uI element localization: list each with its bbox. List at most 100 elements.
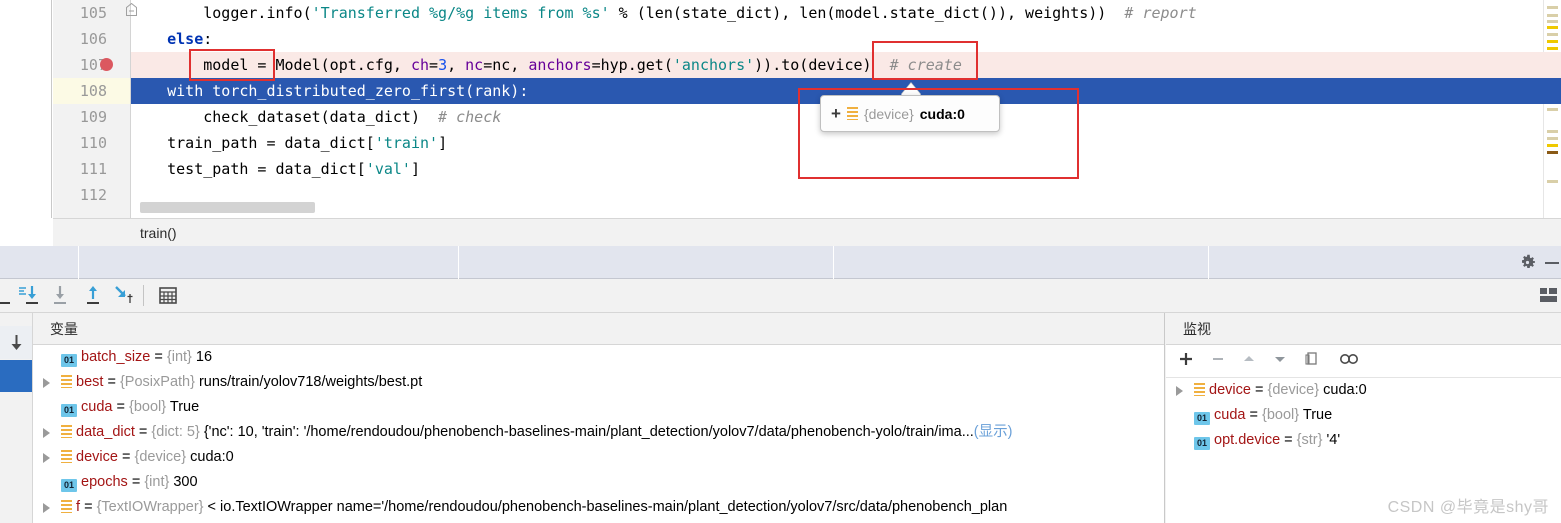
step-over-icon[interactable] bbox=[0, 283, 16, 309]
add-to-watches-icon[interactable]: + bbox=[831, 105, 841, 122]
tabstrip-divider bbox=[458, 246, 459, 279]
code-token: with torch_distributed_zero_first(rank): bbox=[131, 82, 529, 100]
line-number: 108 bbox=[79, 82, 107, 100]
watch-toolbar[interactable] bbox=[1166, 345, 1561, 378]
step-into-icon[interactable] bbox=[15, 283, 41, 309]
equals-sign: = bbox=[1254, 382, 1268, 398]
primitive-01-icon: 01 bbox=[1194, 437, 1210, 450]
code-line[interactable]: logger.info('Transferred %g/%g items fro… bbox=[131, 0, 1543, 26]
move-up-icon[interactable] bbox=[1241, 351, 1257, 372]
error-stripe-mark[interactable] bbox=[1547, 33, 1558, 36]
expand-triangle-icon[interactable] bbox=[1176, 386, 1183, 396]
expand-triangle-icon[interactable] bbox=[43, 453, 50, 463]
watch-pane[interactable]: 监视 device = {device} cuda:0 01 cuda = {bo… bbox=[1166, 313, 1561, 523]
watch-list[interactable]: device = {device} cuda:0 01 cuda = {bool}… bbox=[1166, 378, 1561, 453]
remove-watch-icon[interactable] bbox=[1210, 351, 1226, 372]
code-editor[interactable]: 105 106 107 108 109 110 111 112 logger.info('Tr… bbox=[0, 0, 1561, 246]
run-to-cursor-icon[interactable] bbox=[112, 283, 138, 309]
error-stripe-mark[interactable] bbox=[1547, 40, 1558, 43]
move-down-icon[interactable] bbox=[1272, 351, 1288, 372]
code-token: 'anchors' bbox=[672, 56, 755, 74]
stripe-exec-line-band bbox=[1543, 52, 1561, 78]
error-stripe-mark[interactable] bbox=[1547, 47, 1558, 50]
show-value-link[interactable]: (显示) bbox=[974, 424, 1013, 440]
variable-name: f bbox=[72, 499, 85, 515]
error-stripe-mark[interactable] bbox=[1547, 151, 1558, 154]
code-token: : bbox=[203, 30, 213, 48]
force-step-into-icon[interactable] bbox=[47, 283, 73, 309]
debug-side-strip[interactable] bbox=[0, 313, 33, 523]
code-token: 'val' bbox=[365, 160, 411, 178]
variable-row[interactable]: 01 opt.device = {str} '4' bbox=[1166, 428, 1561, 453]
error-stripe-mark[interactable] bbox=[1547, 6, 1558, 9]
line-number: 112 bbox=[79, 186, 107, 204]
line-number-column: 105 106 107 108 109 110 111 112 bbox=[53, 0, 115, 218]
list-icon bbox=[61, 450, 72, 463]
minimize-icon[interactable] bbox=[1545, 262, 1559, 264]
variable-name: epochs bbox=[77, 474, 132, 490]
add-watch-icon[interactable] bbox=[1178, 351, 1194, 372]
code-token: , bbox=[447, 56, 466, 74]
variable-row[interactable]: 01 batch_size = {int} 16 bbox=[33, 345, 1164, 370]
toolbar-divider bbox=[143, 285, 144, 306]
side-strip-selected-button[interactable] bbox=[0, 360, 32, 392]
step-out-icon[interactable] bbox=[80, 283, 106, 309]
evaluate-expression-icon[interactable] bbox=[155, 283, 181, 309]
variables-pane-title: 变量 bbox=[33, 313, 1164, 345]
error-stripe-mark[interactable] bbox=[1547, 14, 1558, 17]
variable-row[interactable]: device = {device} cuda:0 bbox=[33, 445, 1164, 470]
watermark: CSDN @毕竟是shy哥 bbox=[1387, 499, 1549, 516]
layout-settings-icon[interactable] bbox=[1540, 288, 1557, 308]
breadcrumb[interactable]: train() bbox=[53, 218, 1561, 246]
error-stripe-mark[interactable] bbox=[1547, 130, 1558, 133]
tooltip-type: {device} bbox=[863, 105, 914, 122]
variable-row[interactable]: f = {TextIOWrapper} < io.TextIOWrapper n… bbox=[33, 495, 1164, 520]
selection-caret-bar-2 bbox=[137, 78, 141, 104]
error-stripe-mark[interactable] bbox=[1547, 20, 1558, 23]
variable-row[interactable]: best = {PosixPath} runs/train/yolov718/w… bbox=[33, 370, 1164, 395]
line-number: 110 bbox=[79, 134, 107, 152]
error-stripe-mark[interactable] bbox=[1547, 144, 1558, 147]
scroll-to-bottom-button[interactable] bbox=[0, 326, 32, 359]
error-stripe-gutter[interactable] bbox=[1543, 0, 1561, 218]
variable-value: cuda:0 bbox=[190, 449, 234, 465]
error-stripe-mark[interactable] bbox=[1547, 137, 1558, 140]
link-watch-icon[interactable] bbox=[1338, 351, 1360, 372]
variable-row[interactable]: 01 cuda = {bool} True bbox=[1166, 403, 1561, 428]
breakpoint-icon[interactable] bbox=[100, 58, 113, 71]
value-tooltip[interactable]: + {device} cuda:0 bbox=[820, 95, 1000, 132]
error-stripe-mark[interactable] bbox=[1547, 180, 1558, 183]
editor-hscrollbar-thumb[interactable] bbox=[140, 202, 315, 213]
variable-row[interactable]: 01 cuda = {bool} True bbox=[33, 395, 1164, 420]
primitive-01-icon: 01 bbox=[1194, 412, 1210, 425]
variable-type: {TextIOWrapper} bbox=[96, 499, 208, 515]
variable-row[interactable]: data_dict = {dict: 5} {'nc': 10, 'train'… bbox=[33, 420, 1164, 445]
code-token: )).to(device) bbox=[754, 56, 890, 74]
code-line[interactable]: train_path = data_dict['train'] bbox=[131, 130, 1543, 156]
code-token: test_path = data_dict[ bbox=[131, 160, 366, 178]
error-stripe-mark[interactable] bbox=[1547, 26, 1558, 29]
variable-name: cuda bbox=[77, 399, 117, 415]
code-line[interactable]: model = Model(opt.cfg, ch=3, nc=nc, anch… bbox=[131, 52, 1543, 78]
debug-tab-strip[interactable] bbox=[0, 246, 1561, 279]
code-line[interactable]: test_path = data_dict['val'] bbox=[131, 156, 1543, 182]
code-token: anchors bbox=[528, 56, 592, 74]
variables-pane[interactable]: 变量 01 batch_size = {int} 16 best = {Posi… bbox=[33, 313, 1165, 523]
variables-list[interactable]: 01 batch_size = {int} 16 best = {PosixPa… bbox=[33, 345, 1164, 520]
copy-icon[interactable] bbox=[1304, 351, 1320, 372]
variable-type: {str} bbox=[1296, 432, 1327, 448]
variable-row[interactable]: 01 epochs = {int} 300 bbox=[33, 470, 1164, 495]
code-token: 'train' bbox=[374, 134, 439, 152]
debug-toolbar[interactable] bbox=[0, 279, 1561, 313]
variable-row[interactable]: device = {device} cuda:0 bbox=[1166, 378, 1561, 403]
code-token: train_path = data_dict[ bbox=[131, 134, 375, 152]
expand-triangle-icon[interactable] bbox=[43, 503, 50, 513]
editor-hscrollbar-track[interactable] bbox=[140, 202, 1530, 213]
primitive-01-icon: 01 bbox=[61, 354, 77, 367]
gear-icon[interactable] bbox=[1519, 254, 1536, 276]
expand-triangle-icon[interactable] bbox=[43, 428, 50, 438]
expand-triangle-icon[interactable] bbox=[43, 378, 50, 388]
code-token: ] bbox=[410, 160, 420, 178]
code-line[interactable]: else: bbox=[131, 26, 1543, 52]
error-stripe-mark[interactable] bbox=[1547, 108, 1558, 111]
